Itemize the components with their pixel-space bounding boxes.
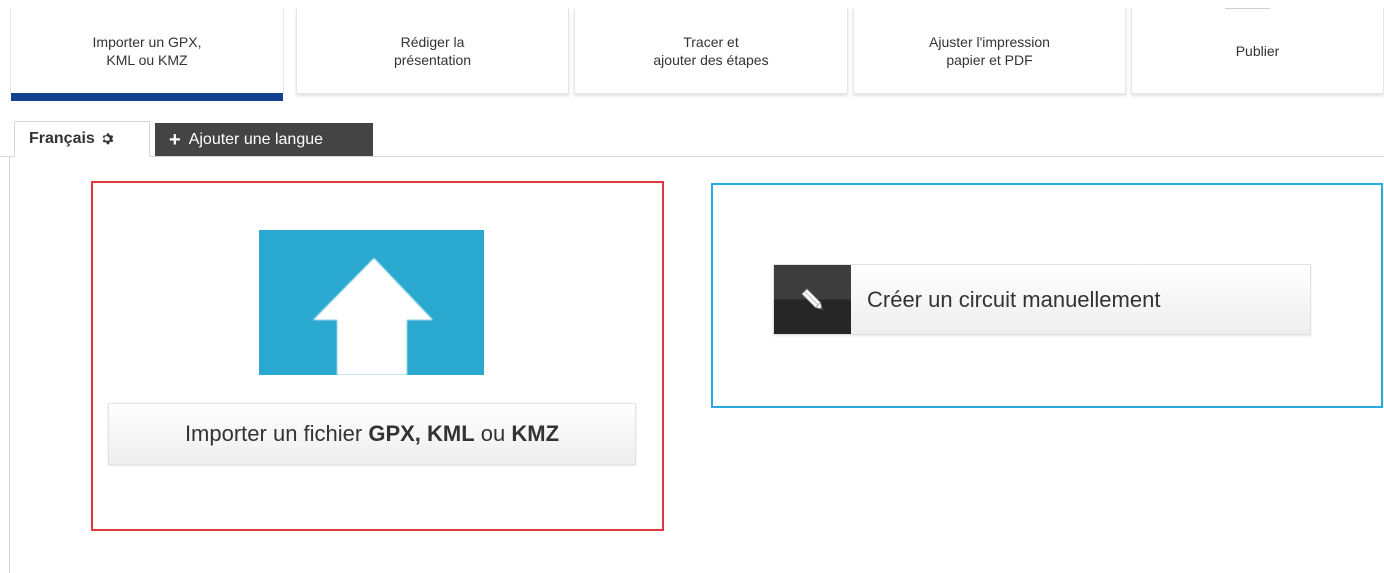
step-publish-label: Publier	[1235, 42, 1280, 59]
step-publish[interactable]: Publier	[1131, 8, 1384, 94]
import-file-button[interactable]: Importer un fichier GPX, KML ou KMZ	[108, 403, 636, 465]
language-label: Français	[29, 130, 95, 147]
import-button-formats: GPX, KML	[368, 421, 475, 446]
upload-arrow-icon[interactable]	[259, 230, 484, 375]
step-trace-label: Tracer et ajouter des étapes	[653, 33, 769, 68]
step-trace[interactable]: Tracer et ajouter des étapes	[574, 8, 848, 94]
import-button-last: KMZ	[511, 421, 560, 446]
add-language-label: Ajouter une langue	[188, 130, 324, 148]
step-import-label: Importer un GPX, KML ou KMZ	[92, 33, 202, 68]
language-tabs: Français + Ajouter une langue	[0, 119, 1384, 157]
tab-language-current[interactable]: Français	[14, 121, 150, 157]
import-button-or: ou	[474, 421, 512, 446]
add-language-button[interactable]: + Ajouter une langue	[155, 123, 373, 156]
divider	[1225, 8, 1270, 9]
create-manual-circuit-button[interactable]: Créer un circuit manuellement	[773, 264, 1311, 335]
plus-icon: +	[169, 128, 181, 151]
step-presentation[interactable]: Rédiger la présentation	[296, 8, 569, 94]
step-print[interactable]: Ajuster l'impression papier et PDF	[853, 8, 1126, 94]
content-border	[9, 157, 10, 573]
tab-baseline	[0, 156, 1384, 157]
pencil-icon	[774, 265, 851, 334]
step-navigation: Importer un GPX, KML ou KMZ Rédiger la p…	[10, 0, 1384, 102]
import-button-prefix: Importer un fichier	[184, 421, 369, 446]
gear-icon[interactable]	[101, 132, 115, 146]
step-import[interactable]: Importer un GPX, KML ou KMZ	[10, 8, 284, 101]
active-step-indicator	[11, 93, 283, 101]
step-presentation-label: Rédiger la présentation	[393, 33, 472, 68]
step-print-label: Ajuster l'impression papier et PDF	[929, 33, 1050, 68]
create-manual-circuit-label: Créer un circuit manuellement	[867, 286, 1161, 312]
